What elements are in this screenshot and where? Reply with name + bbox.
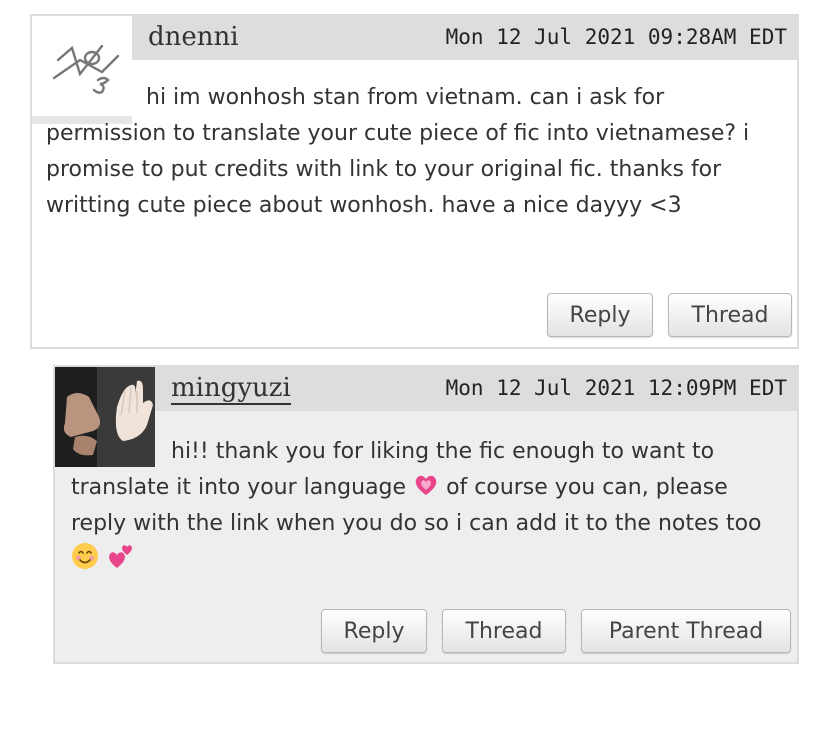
- comment-header: mingyuzi Mon 12 Jul 2021 12:09PM EDT: [155, 367, 797, 411]
- comment-dnenni: dnenni Mon 12 Jul 2021 09:28AM EDT hi im…: [30, 14, 799, 349]
- parent-thread-button[interactable]: Parent Thread: [581, 609, 791, 653]
- comment-body: hi im wonhosh stan from vietnam. can i a…: [46, 80, 777, 224]
- comment-header: dnenni Mon 12 Jul 2021 09:28AM EDT: [132, 16, 797, 60]
- timestamp: Mon 12 Jul 2021 12:09PM EDT: [445, 376, 787, 400]
- username[interactable]: dnenni: [148, 22, 239, 52]
- comment-text: hi im wonhosh stan from vietnam. can i a…: [46, 85, 750, 218]
- username[interactable]: mingyuzi: [171, 373, 291, 405]
- smiling-face-emoji: [72, 543, 98, 569]
- reply-button[interactable]: Reply: [547, 293, 653, 337]
- thread-button[interactable]: Thread: [442, 609, 566, 653]
- comment-body: hi!! thank you for liking the fic enough…: [71, 434, 781, 578]
- reply-button[interactable]: Reply: [321, 609, 427, 653]
- two-hearts-emoji: [109, 545, 132, 568]
- growing-heart-emoji: [415, 475, 437, 495]
- comment-mingyuzi: mingyuzi Mon 12 Jul 2021 12:09PM EDT hi!…: [53, 365, 799, 664]
- thread-button[interactable]: Thread: [668, 293, 792, 337]
- timestamp: Mon 12 Jul 2021 09:28AM EDT: [445, 25, 787, 49]
